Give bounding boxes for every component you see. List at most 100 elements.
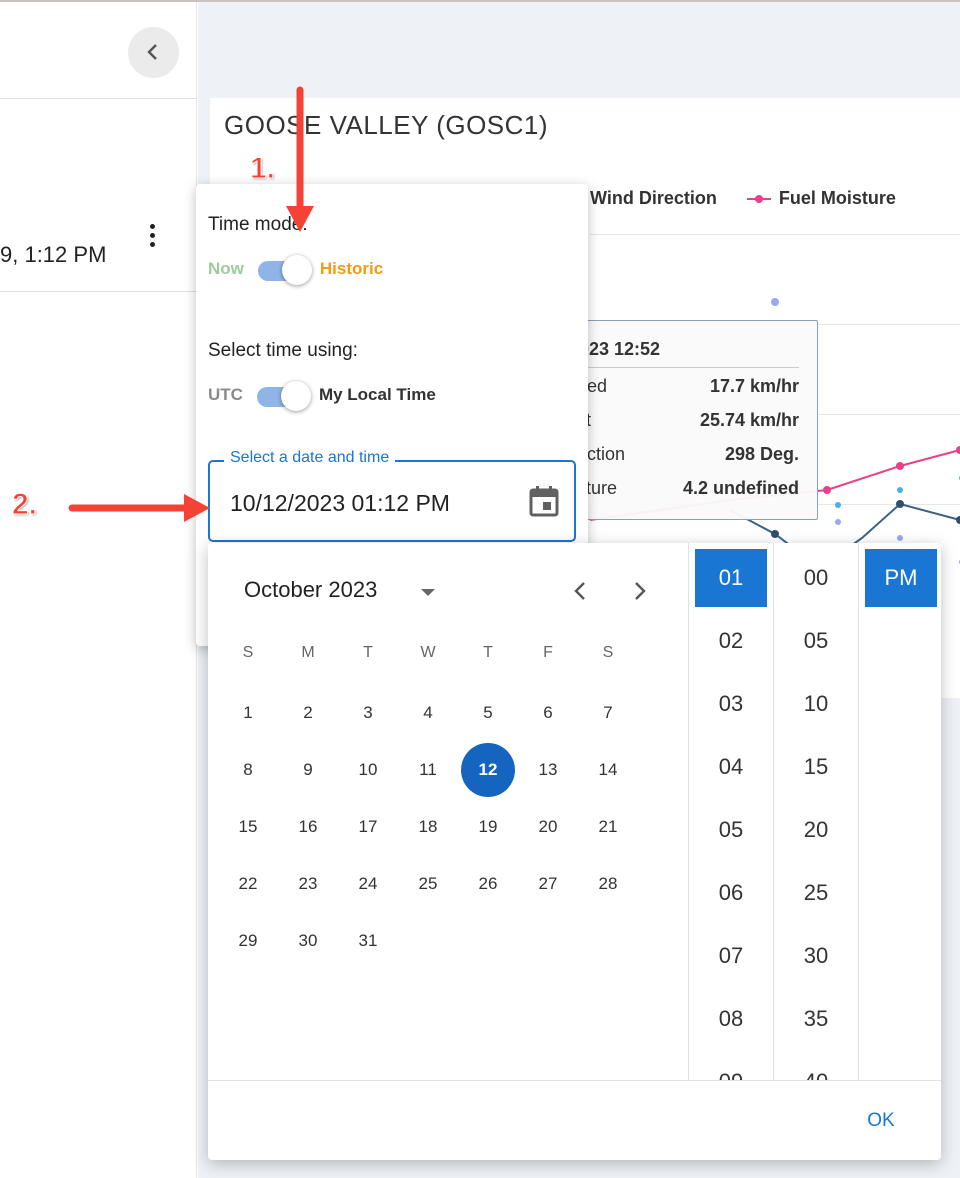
time-option[interactable]: 09: [695, 1053, 767, 1080]
fuel-moisture-point: [896, 462, 904, 470]
time-option[interactable]: 25: [780, 864, 852, 922]
tooltip-row: st 25.74 km/hr: [577, 410, 799, 440]
time-option[interactable]: PM: [865, 549, 937, 607]
calendar-day[interactable]: 5: [461, 686, 515, 740]
calendar-day[interactable]: 6: [521, 686, 575, 740]
weekday-label: F: [543, 644, 553, 661]
calendar-day[interactable]: 3: [341, 686, 395, 740]
date-time-value: 10/12/2023 01:12 PM: [230, 490, 450, 516]
calendar-day[interactable]: 4: [401, 686, 455, 740]
station-timestamp: 9, 1:12 PM: [0, 242, 107, 267]
chevron-right-icon[interactable]: [630, 579, 650, 603]
calendar-icon[interactable]: [528, 484, 560, 518]
ampm-column[interactable]: PM: [858, 543, 941, 1080]
time-option[interactable]: 20: [780, 801, 852, 859]
fuel-moisture-point: [823, 486, 831, 494]
calendar-day[interactable]: 23: [281, 857, 335, 911]
tooltip-value: 298 Deg.: [724, 444, 799, 464]
wind-direction-point: [835, 519, 841, 525]
sidebar-divider: [0, 98, 197, 99]
month-year-label[interactable]: October 2023: [244, 577, 377, 603]
tooltip-header: 023 12:52: [579, 339, 661, 359]
wind-direction-point: [835, 502, 841, 508]
time-option[interactable]: 40: [780, 1053, 852, 1080]
time-option[interactable]: 30: [780, 927, 852, 985]
weekday-label: M: [301, 644, 315, 661]
collapse-sidebar-button[interactable]: [128, 27, 179, 78]
time-option[interactable]: 00: [780, 549, 852, 607]
time-option[interactable]: 05: [780, 612, 852, 670]
time-option[interactable]: 35: [780, 990, 852, 1048]
calendar-day[interactable]: 12: [461, 743, 515, 797]
time-mode-label: Time mode:: [208, 214, 308, 235]
chart-tooltip: 023 12:52 eed 17.7 km/hr st 25.74 km/hr …: [566, 320, 818, 520]
mode-historic-label: Historic: [319, 259, 384, 278]
wind-speed-point: [771, 530, 779, 538]
calendar-day[interactable]: 14: [581, 743, 635, 797]
weekday-label: S: [242, 644, 254, 661]
weekday-label: S: [602, 644, 614, 661]
time-option[interactable]: 01: [695, 549, 767, 607]
weekday-label: T: [363, 644, 373, 661]
calendar-day[interactable]: 2: [281, 686, 335, 740]
calendar-day[interactable]: 22: [221, 857, 275, 911]
tooltip-value: 4.2 undefined: [682, 478, 799, 498]
time-option[interactable]: 02: [695, 612, 767, 670]
calendar-day[interactable]: 19: [461, 800, 515, 854]
calendar-day[interactable]: 1: [221, 686, 275, 740]
weekday-label: W: [420, 644, 436, 661]
calendar-day[interactable]: 26: [461, 857, 515, 911]
calendar-day[interactable]: 10: [341, 743, 395, 797]
tooltip-value: 17.7 km/hr: [709, 376, 799, 396]
chevron-left-icon: [147, 44, 157, 60]
ok-button[interactable]: OK: [856, 1106, 906, 1136]
time-option[interactable]: 06: [695, 864, 767, 922]
select-time-label: Select time using:: [208, 340, 358, 361]
wind-speed-point: [896, 500, 904, 508]
time-mode-row: Now Historic: [208, 254, 384, 285]
caret-down-icon[interactable]: [418, 587, 438, 599]
hour-column[interactable]: 0102030405060708 09: [688, 543, 774, 1080]
tooltip-row: ection 298 Deg.: [577, 444, 799, 474]
time-option[interactable]: 04: [695, 738, 767, 796]
calendar-day[interactable]: 21: [581, 800, 635, 854]
calendar-day[interactable]: 24: [341, 857, 395, 911]
calendar-day[interactable]: 20: [521, 800, 575, 854]
toggle-thumb: [281, 255, 312, 285]
time-option[interactable]: 15: [780, 738, 852, 796]
annotation-step-1: 1.: [249, 152, 276, 186]
minute-column[interactable]: 0005101520253035 40: [773, 543, 859, 1080]
calendar-day[interactable]: 9: [281, 743, 335, 797]
calendar-day[interactable]: 31: [341, 914, 395, 968]
wind-direction-point: [897, 487, 903, 493]
calendar-day[interactable]: 17: [341, 800, 395, 854]
wind-direction-point: [771, 298, 779, 306]
calendar-day[interactable]: 29: [221, 914, 275, 968]
more-options-icon[interactable]: [150, 224, 160, 254]
time-option[interactable]: 03: [695, 675, 767, 733]
calendar-day[interactable]: 7: [581, 686, 635, 740]
calendar-day[interactable]: 18: [401, 800, 455, 854]
calendar-day[interactable]: 16: [281, 800, 335, 854]
picker-footer-divider: [208, 1080, 941, 1081]
calendar-day[interactable]: 30: [281, 914, 335, 968]
time-option[interactable]: 10: [780, 675, 852, 733]
calendar-day[interactable]: 11: [401, 743, 455, 797]
fuel-moisture-point: [956, 446, 960, 454]
calendar-day[interactable]: 27: [521, 857, 575, 911]
chevron-left-icon[interactable]: [570, 579, 590, 603]
calendar-day[interactable]: 15: [221, 800, 275, 854]
timezone-toggle[interactable]: [253, 380, 311, 411]
time-mode-toggle[interactable]: [254, 254, 312, 285]
toggle-thumb: [280, 381, 311, 411]
time-option[interactable]: 08: [695, 990, 767, 1048]
calendar-day[interactable]: 13: [521, 743, 575, 797]
time-option[interactable]: 07: [695, 927, 767, 985]
calendar-day[interactable]: 25: [401, 857, 455, 911]
wind-direction-point: [897, 535, 903, 541]
time-option[interactable]: 05: [695, 801, 767, 859]
date-time-field[interactable]: Select a date and time 10/12/2023 01:12 …: [208, 449, 576, 542]
calendar-day[interactable]: 28: [581, 857, 635, 911]
calendar-day[interactable]: 8: [221, 743, 275, 797]
timezone-row: UTC My Local Time: [208, 380, 436, 411]
